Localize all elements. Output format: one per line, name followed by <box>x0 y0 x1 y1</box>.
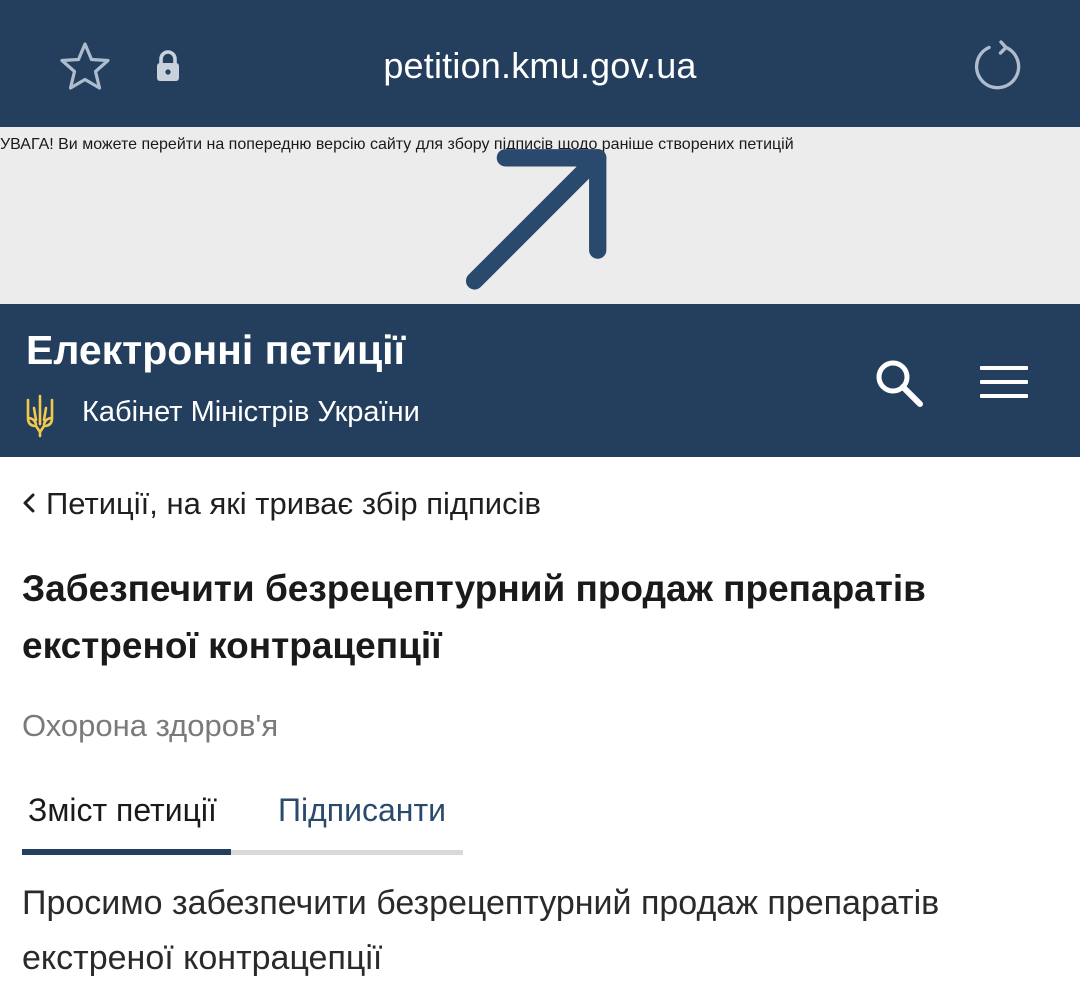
menu-icon[interactable] <box>978 362 1030 402</box>
petition-title: Забезпечити безрецептурний продаж препар… <box>22 568 926 666</box>
browser-address-bar: petition.kmu.gov.ua <box>0 0 1080 127</box>
government-name: Кабінет Міністрів України <box>82 396 420 428</box>
petition-tabs: Зміст петиції Підписанти <box>22 784 463 856</box>
site-title[interactable]: Електронні петиції <box>26 324 405 376</box>
tab-petition-content[interactable]: Зміст петиції <box>28 784 217 836</box>
arrow-up-right-icon[interactable] <box>0 127 1080 304</box>
back-link-label[interactable]: Петиції, на які триває збір підписів <box>46 486 541 521</box>
reload-icon[interactable] <box>968 38 1026 96</box>
petition-category: Охорона здоров'я <box>22 708 279 743</box>
chevron-left-icon <box>23 493 35 513</box>
petition-body: Просимо забезпечити безрецептурний прода… <box>22 884 940 977</box>
search-icon[interactable] <box>872 356 926 410</box>
back-link[interactable]: Петиції, на які триває збір підписів <box>20 482 541 526</box>
trident-icon <box>26 394 54 438</box>
active-tab-indicator <box>22 849 231 855</box>
url-text[interactable]: petition.kmu.gov.ua <box>0 44 1080 88</box>
tab-signers[interactable]: Підписанти <box>278 784 446 836</box>
